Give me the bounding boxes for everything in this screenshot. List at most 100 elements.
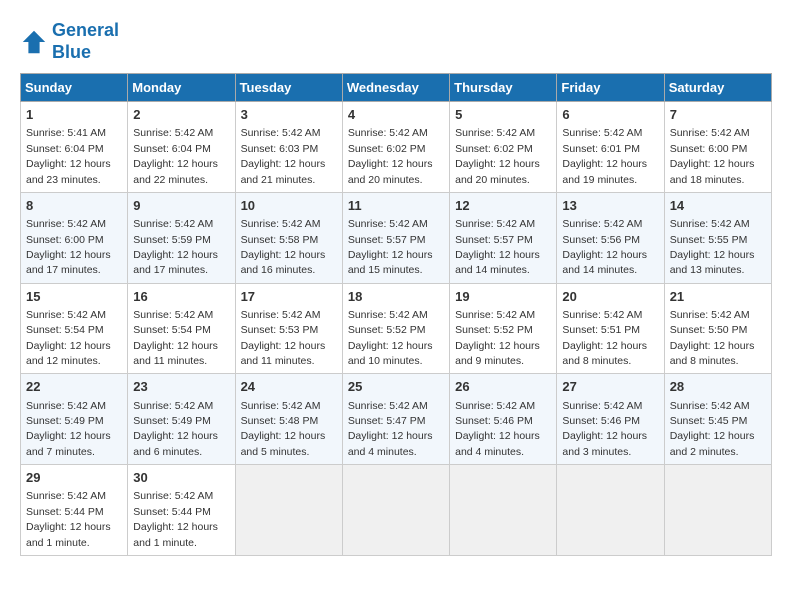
weekday-header-sunday: Sunday	[21, 74, 128, 102]
day-info: Sunrise: 5:42 AMSunset: 5:54 PMDaylight:…	[133, 309, 218, 367]
day-number: 22	[26, 378, 122, 396]
calendar-cell: 30 Sunrise: 5:42 AMSunset: 5:44 PMDayligh…	[128, 465, 235, 556]
day-number: 12	[455, 197, 551, 215]
day-number: 3	[241, 106, 337, 124]
calendar-week-5: 29 Sunrise: 5:42 AMSunset: 5:44 PMDayligh…	[21, 465, 772, 556]
calendar-week-4: 22 Sunrise: 5:42 AMSunset: 5:49 PMDayligh…	[21, 374, 772, 465]
day-number: 19	[455, 288, 551, 306]
day-info: Sunrise: 5:42 AMSunset: 5:49 PMDaylight:…	[26, 400, 111, 458]
day-info: Sunrise: 5:42 AMSunset: 6:01 PMDaylight:…	[562, 127, 647, 185]
logo: GeneralBlue	[20, 20, 119, 63]
calendar-week-2: 8Sunrise: 5:42 AMSunset: 6:00 PMDaylight…	[21, 192, 772, 283]
day-info: Sunrise: 5:42 AMSunset: 5:48 PMDaylight:…	[241, 400, 326, 458]
day-info: Sunrise: 5:42 AMSunset: 6:02 PMDaylight:…	[348, 127, 433, 185]
calendar-cell: 6 Sunrise: 5:42 AMSunset: 6:01 PMDaylight…	[557, 102, 664, 193]
calendar-cell: 8Sunrise: 5:42 AMSunset: 6:00 PMDaylight…	[21, 192, 128, 283]
calendar-cell: 29 Sunrise: 5:42 AMSunset: 5:44 PMDayligh…	[21, 465, 128, 556]
day-number: 29	[26, 469, 122, 487]
day-info: Sunrise: 5:42 AMSunset: 5:44 PMDaylight:…	[26, 490, 111, 548]
calendar-cell: 17 Sunrise: 5:42 AMSunset: 5:53 PMDayligh…	[235, 283, 342, 374]
calendar-cell: 25 Sunrise: 5:42 AMSunset: 5:47 PMDayligh…	[342, 374, 449, 465]
weekday-header-thursday: Thursday	[450, 74, 557, 102]
calendar-cell: 9Sunrise: 5:42 AMSunset: 5:59 PMDaylight…	[128, 192, 235, 283]
day-number: 24	[241, 378, 337, 396]
day-number: 25	[348, 378, 444, 396]
day-number: 6	[562, 106, 658, 124]
day-number: 4	[348, 106, 444, 124]
calendar-cell: 7 Sunrise: 5:42 AMSunset: 6:00 PMDaylight…	[664, 102, 771, 193]
weekday-header-monday: Monday	[128, 74, 235, 102]
calendar-cell: 18 Sunrise: 5:42 AMSunset: 5:52 PMDayligh…	[342, 283, 449, 374]
calendar-cell: 14Sunrise: 5:42 AMSunset: 5:55 PMDayligh…	[664, 192, 771, 283]
calendar-week-3: 15 Sunrise: 5:42 AMSunset: 5:54 PMDayligh…	[21, 283, 772, 374]
calendar-cell: 2 Sunrise: 5:42 AMSunset: 6:04 PMDaylight…	[128, 102, 235, 193]
day-info: Sunrise: 5:42 AMSunset: 5:53 PMDaylight:…	[241, 309, 326, 367]
day-info: Sunrise: 5:42 AMSunset: 6:04 PMDaylight:…	[133, 127, 218, 185]
day-info: Sunrise: 5:42 AMSunset: 5:57 PMDaylight:…	[348, 218, 433, 276]
logo-text: GeneralBlue	[52, 20, 119, 63]
day-number: 17	[241, 288, 337, 306]
calendar-cell: 22 Sunrise: 5:42 AMSunset: 5:49 PMDayligh…	[21, 374, 128, 465]
day-info: Sunrise: 5:41 AMSunset: 6:04 PMDaylight:…	[26, 127, 111, 185]
day-number: 20	[562, 288, 658, 306]
day-info: Sunrise: 5:42 AMSunset: 5:55 PMDaylight:…	[670, 218, 755, 276]
calendar-cell: 11 Sunrise: 5:42 AMSunset: 5:57 PMDayligh…	[342, 192, 449, 283]
day-info: Sunrise: 5:42 AMSunset: 5:45 PMDaylight:…	[670, 400, 755, 458]
calendar-cell	[342, 465, 449, 556]
weekday-header-friday: Friday	[557, 74, 664, 102]
day-info: Sunrise: 5:42 AMSunset: 5:59 PMDaylight:…	[133, 218, 218, 276]
day-number: 23	[133, 378, 229, 396]
calendar-week-1: 1 Sunrise: 5:41 AMSunset: 6:04 PMDaylight…	[21, 102, 772, 193]
day-info: Sunrise: 5:42 AMSunset: 5:57 PMDaylight:…	[455, 218, 540, 276]
day-info: Sunrise: 5:42 AMSunset: 5:44 PMDaylight:…	[133, 490, 218, 548]
calendar-cell: 20 Sunrise: 5:42 AMSunset: 5:51 PMDayligh…	[557, 283, 664, 374]
page-header: GeneralBlue	[20, 20, 772, 63]
calendar-cell: 19 Sunrise: 5:42 AMSunset: 5:52 PMDayligh…	[450, 283, 557, 374]
day-info: Sunrise: 5:42 AMSunset: 6:00 PMDaylight:…	[670, 127, 755, 185]
calendar-cell: 3 Sunrise: 5:42 AMSunset: 6:03 PMDaylight…	[235, 102, 342, 193]
calendar-table: SundayMondayTuesdayWednesdayThursdayFrid…	[20, 73, 772, 556]
day-info: Sunrise: 5:42 AMSunset: 5:46 PMDaylight:…	[455, 400, 540, 458]
day-info: Sunrise: 5:42 AMSunset: 6:03 PMDaylight:…	[241, 127, 326, 185]
day-info: Sunrise: 5:42 AMSunset: 5:54 PMDaylight:…	[26, 309, 111, 367]
calendar-cell: 27Sunrise: 5:42 AMSunset: 5:46 PMDayligh…	[557, 374, 664, 465]
day-number: 7	[670, 106, 766, 124]
weekday-header-wednesday: Wednesday	[342, 74, 449, 102]
day-number: 30	[133, 469, 229, 487]
calendar-cell: 13Sunrise: 5:42 AMSunset: 5:56 PMDayligh…	[557, 192, 664, 283]
calendar-cell: 4 Sunrise: 5:42 AMSunset: 6:02 PMDaylight…	[342, 102, 449, 193]
calendar-cell	[664, 465, 771, 556]
day-number: 1	[26, 106, 122, 124]
calendar-cell: 10Sunrise: 5:42 AMSunset: 5:58 PMDayligh…	[235, 192, 342, 283]
day-info: Sunrise: 5:42 AMSunset: 5:49 PMDaylight:…	[133, 400, 218, 458]
day-number: 26	[455, 378, 551, 396]
day-number: 21	[670, 288, 766, 306]
weekday-header-saturday: Saturday	[664, 74, 771, 102]
day-info: Sunrise: 5:42 AMSunset: 5:52 PMDaylight:…	[348, 309, 433, 367]
day-number: 28	[670, 378, 766, 396]
day-number: 16	[133, 288, 229, 306]
day-info: Sunrise: 5:42 AMSunset: 5:51 PMDaylight:…	[562, 309, 647, 367]
calendar-cell	[450, 465, 557, 556]
calendar-cell: 15 Sunrise: 5:42 AMSunset: 5:54 PMDayligh…	[21, 283, 128, 374]
calendar-cell: 5 Sunrise: 5:42 AMSunset: 6:02 PMDaylight…	[450, 102, 557, 193]
day-info: Sunrise: 5:42 AMSunset: 5:52 PMDaylight:…	[455, 309, 540, 367]
calendar-cell: 24 Sunrise: 5:42 AMSunset: 5:48 PMDayligh…	[235, 374, 342, 465]
day-number: 18	[348, 288, 444, 306]
day-number: 15	[26, 288, 122, 306]
calendar-cell: 16 Sunrise: 5:42 AMSunset: 5:54 PMDayligh…	[128, 283, 235, 374]
day-info: Sunrise: 5:42 AMSunset: 5:47 PMDaylight:…	[348, 400, 433, 458]
day-number: 5	[455, 106, 551, 124]
day-number: 2	[133, 106, 229, 124]
day-number: 8	[26, 197, 122, 215]
day-info: Sunrise: 5:42 AMSunset: 5:58 PMDaylight:…	[241, 218, 326, 276]
day-info: Sunrise: 5:42 AMSunset: 6:02 PMDaylight:…	[455, 127, 540, 185]
day-info: Sunrise: 5:42 AMSunset: 5:46 PMDaylight:…	[562, 400, 647, 458]
day-info: Sunrise: 5:42 AMSunset: 5:50 PMDaylight:…	[670, 309, 755, 367]
calendar-cell	[235, 465, 342, 556]
day-number: 11	[348, 197, 444, 215]
calendar-header: SundayMondayTuesdayWednesdayThursdayFrid…	[21, 74, 772, 102]
calendar-cell	[557, 465, 664, 556]
weekday-header-tuesday: Tuesday	[235, 74, 342, 102]
calendar-cell: 23 Sunrise: 5:42 AMSunset: 5:49 PMDayligh…	[128, 374, 235, 465]
